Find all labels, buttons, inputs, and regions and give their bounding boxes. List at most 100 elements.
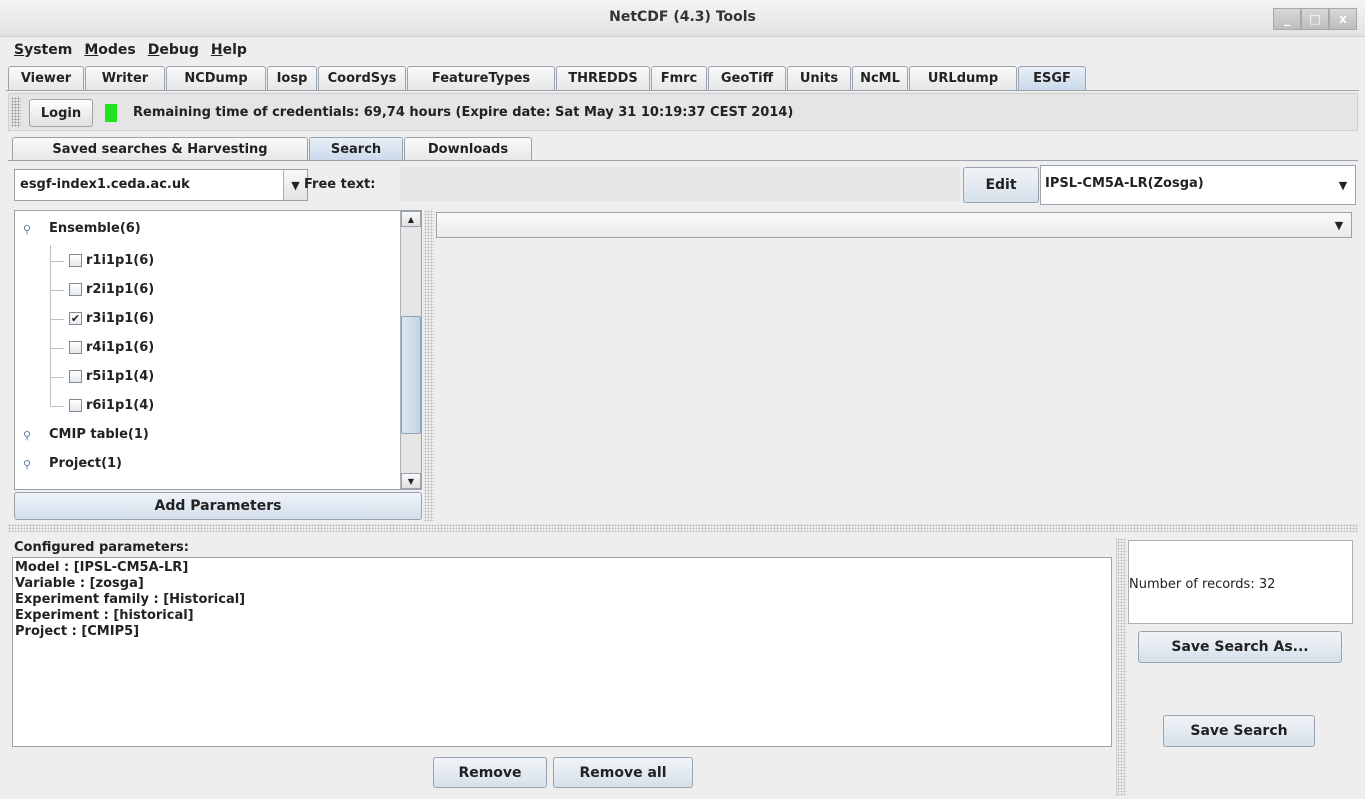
tree-scrollbar[interactable]: ▲ ▼ bbox=[400, 211, 421, 489]
remove-button[interactable]: Remove bbox=[433, 757, 547, 788]
main-tab-divider bbox=[6, 90, 1359, 91]
tab-ncdump[interactable]: NCDump bbox=[166, 66, 266, 90]
facet-tree: ⚲ Ensemble(6) r1i1p1(6) r2i1p1(6) ✔ r3i1p… bbox=[14, 210, 422, 490]
edit-button[interactable]: Edit bbox=[963, 167, 1039, 203]
records-count-box: Number of records: 32 bbox=[1128, 540, 1353, 624]
menu-help-mnemonic: H bbox=[210, 42, 223, 58]
tree-collapsed-handle-icon[interactable]: ⚲ bbox=[23, 429, 31, 442]
checkbox[interactable] bbox=[69, 399, 82, 412]
scroll-down-icon[interactable]: ▼ bbox=[401, 473, 421, 489]
index-server-value: esgf-index1.ceda.ac.uk bbox=[20, 177, 190, 192]
maximize-button[interactable]: □ bbox=[1301, 8, 1329, 30]
horizontal-split-divider[interactable] bbox=[8, 524, 1358, 532]
tab-ncml[interactable]: NcML bbox=[852, 66, 908, 90]
tab-thredds[interactable]: THREDDS bbox=[556, 66, 650, 90]
menu-debug[interactable]: Debug bbox=[148, 42, 199, 58]
tab-writer[interactable]: Writer bbox=[85, 66, 165, 90]
window-title: NetCDF (4.3) Tools bbox=[609, 9, 756, 25]
save-search-as-button[interactable]: Save Search As... bbox=[1138, 631, 1342, 663]
tree-branch-line bbox=[50, 319, 64, 320]
tree-item-label: r1i1p1(6) bbox=[86, 253, 155, 268]
tree-node-project[interactable]: Project(1) bbox=[49, 456, 122, 471]
tree-item-label: r3i1p1(6) bbox=[86, 311, 155, 326]
tree-node-ensemble-label: Ensemble(6) bbox=[49, 221, 141, 236]
tree-node-cmip-table[interactable]: CMIP table(1) bbox=[49, 427, 149, 442]
title-bar: NetCDF (4.3) Tools _ □ x bbox=[0, 0, 1365, 37]
tree-item-label: r4i1p1(6) bbox=[86, 340, 155, 355]
main-tab-bar: Viewer Writer NCDump Iosp CoordSys Featu… bbox=[8, 66, 1087, 90]
index-server-select[interactable]: esgf-index1.ceda.ac.uk ▼ bbox=[14, 169, 308, 201]
tab-units[interactable]: Units bbox=[787, 66, 851, 90]
tree-collapsed-handle-icon[interactable]: ⚲ bbox=[23, 458, 31, 471]
scroll-up-icon[interactable]: ▲ bbox=[401, 211, 421, 227]
tree-item-r2i1p1[interactable]: r2i1p1(6) bbox=[69, 282, 154, 297]
menu-system[interactable]: System bbox=[14, 42, 72, 58]
close-button[interactable]: x bbox=[1329, 8, 1357, 30]
configured-parameter-line[interactable]: Variable : [zosga] bbox=[15, 576, 1109, 592]
chevron-down-icon[interactable]: ▼ bbox=[1331, 166, 1355, 204]
login-button[interactable]: Login bbox=[29, 99, 93, 127]
tree-item-r4i1p1[interactable]: r4i1p1(6) bbox=[69, 340, 154, 355]
configured-parameter-line[interactable]: Experiment : [historical] bbox=[15, 608, 1109, 624]
checkbox-checked[interactable]: ✔ bbox=[69, 312, 82, 325]
checkbox[interactable] bbox=[69, 370, 82, 383]
configured-parameter-line[interactable]: Model : [IPSL-CM5A-LR] bbox=[15, 560, 1109, 576]
credentials-status-text: Remaining time of credentials: 69,74 hou… bbox=[133, 105, 794, 120]
tree-branch-line bbox=[50, 377, 64, 378]
credentials-status-indicator bbox=[105, 104, 117, 122]
checkbox[interactable] bbox=[69, 283, 82, 296]
tab-coordsys[interactable]: CoordSys bbox=[318, 66, 406, 90]
tree-branch-line bbox=[50, 290, 64, 291]
scroll-thumb[interactable] bbox=[401, 316, 421, 434]
tab-fmrc[interactable]: Fmrc bbox=[651, 66, 707, 90]
results-select[interactable]: ▼ bbox=[436, 212, 1352, 238]
configured-parameter-line[interactable]: Project : [CMIP5] bbox=[15, 624, 1109, 640]
sub-tab-divider bbox=[8, 160, 1358, 161]
free-text-input[interactable] bbox=[400, 167, 960, 201]
tab-featuretypes[interactable]: FeatureTypes bbox=[407, 66, 555, 90]
tree-expanded-handle-icon[interactable]: ⚲ bbox=[23, 223, 31, 236]
menu-debug-mnemonic: D bbox=[147, 42, 160, 58]
tree-item-r5i1p1[interactable]: r5i1p1(4) bbox=[69, 369, 154, 384]
add-parameters-button[interactable]: Add Parameters bbox=[14, 492, 422, 520]
tree-item-label: r6i1p1(4) bbox=[86, 398, 155, 413]
menu-modes[interactable]: Modes bbox=[84, 42, 135, 58]
tab-iosp[interactable]: Iosp bbox=[267, 66, 317, 90]
tree-branch-line bbox=[50, 261, 64, 262]
tree-item-r1i1p1[interactable]: r1i1p1(6) bbox=[69, 253, 154, 268]
menu-bar: System Modes Debug Help bbox=[0, 37, 1365, 63]
configured-parameters-list[interactable]: Model : [IPSL-CM5A-LR] Variable : [zosga… bbox=[12, 557, 1112, 747]
window-controls: _ □ x bbox=[1273, 8, 1357, 30]
tree-item-r3i1p1[interactable]: ✔ r3i1p1(6) bbox=[69, 311, 154, 326]
tab-viewer[interactable]: Viewer bbox=[8, 66, 84, 90]
configured-parameter-line[interactable]: Experiment family : [Historical] bbox=[15, 592, 1109, 608]
menu-system-mnemonic: S bbox=[14, 42, 25, 58]
configured-parameters-title: Configured parameters: bbox=[14, 540, 189, 555]
checkbox[interactable] bbox=[69, 341, 82, 354]
tab-geotiff[interactable]: GeoTiff bbox=[708, 66, 786, 90]
checkbox[interactable] bbox=[69, 254, 82, 267]
right-split-divider[interactable] bbox=[1116, 538, 1126, 796]
search-bar: esgf-index1.ceda.ac.uk ▼ Free text: Edit… bbox=[10, 163, 1356, 208]
chevron-down-icon[interactable]: ▼ bbox=[1327, 213, 1351, 237]
remove-all-button[interactable]: Remove all bbox=[553, 757, 693, 788]
minimize-button[interactable]: _ bbox=[1273, 8, 1301, 30]
search-preset-select[interactable]: IPSL-CM5A-LR(Zosga) ▼ bbox=[1040, 165, 1356, 205]
esgf-sub-tab-bar: Saved searches & Harvesting Search Downl… bbox=[12, 137, 533, 161]
tab-search[interactable]: Search bbox=[309, 137, 403, 161]
vertical-split-divider[interactable] bbox=[424, 210, 434, 522]
tab-downloads[interactable]: Downloads bbox=[404, 137, 532, 161]
tree-node-ensemble[interactable]: Ensemble(6) bbox=[49, 221, 141, 236]
tab-saved-searches-harvesting[interactable]: Saved searches & Harvesting bbox=[12, 137, 308, 161]
records-count-text: Number of records: 32 bbox=[1129, 577, 1276, 592]
tree-item-label: r2i1p1(6) bbox=[86, 282, 155, 297]
free-text-label: Free text: bbox=[304, 177, 376, 192]
menu-help[interactable]: Help bbox=[211, 42, 247, 58]
tree-branch-line bbox=[50, 348, 64, 349]
toolbar-grip[interactable] bbox=[11, 97, 21, 127]
tree-item-r6i1p1[interactable]: r6i1p1(4) bbox=[69, 398, 154, 413]
tree-node-label: Project(1) bbox=[49, 456, 122, 471]
tab-esgf[interactable]: ESGF bbox=[1018, 66, 1086, 90]
tab-urldump[interactable]: URLdump bbox=[909, 66, 1017, 90]
save-search-button[interactable]: Save Search bbox=[1163, 715, 1315, 747]
